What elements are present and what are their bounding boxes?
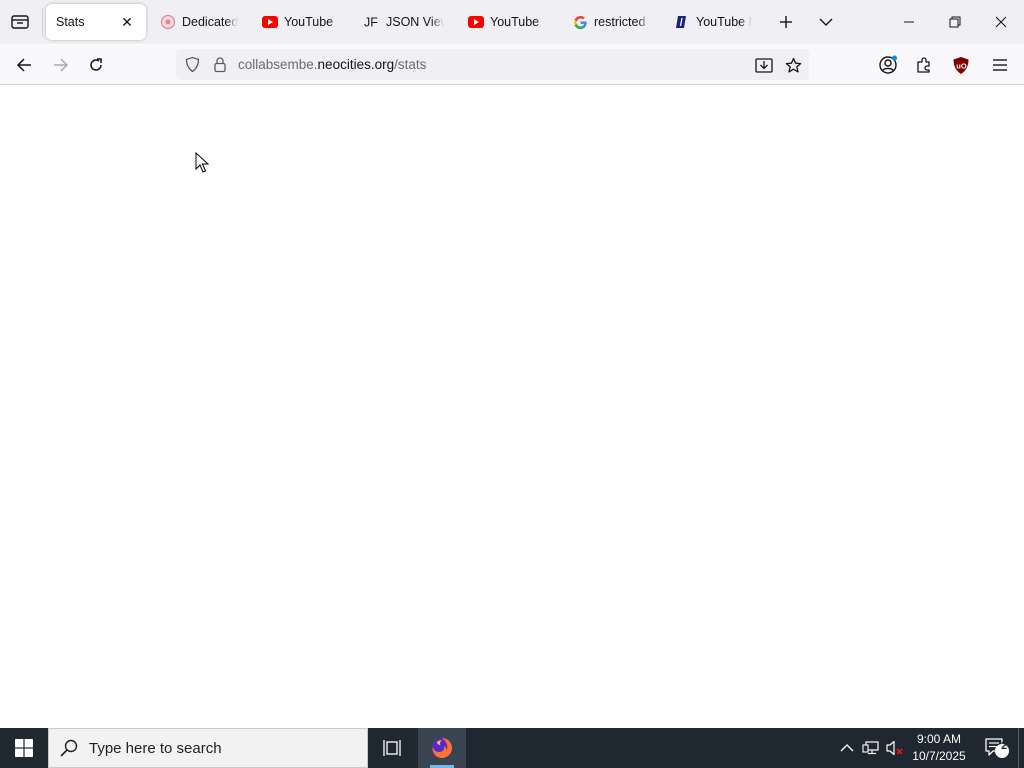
bookmark-star-button[interactable] <box>782 54 804 76</box>
back-button[interactable] <box>9 50 39 80</box>
tracking-protection-shield-icon[interactable] <box>184 56 201 73</box>
notification-count-badge: 2 <box>1000 740 1008 752</box>
tab-title: Stats <box>56 15 85 29</box>
task-view-icon <box>383 740 401 756</box>
extensions-button[interactable] <box>909 50 939 80</box>
puzzle-piece-icon <box>917 57 930 73</box>
star-icon <box>785 57 801 73</box>
url-prefix: collabsembe. <box>238 57 318 72</box>
tab-strip: Stats ✕ Dedicated YouTube JF JSON View <box>0 0 1024 44</box>
address-bar[interactable]: collabsembe.neocities.org/stats <box>176 49 809 80</box>
ublock-origin-button[interactable]: uO <box>946 50 976 80</box>
back-arrow-icon <box>16 58 31 72</box>
new-tab-button[interactable] <box>772 8 800 36</box>
youtube-icon <box>262 14 278 30</box>
plus-icon <box>780 16 792 28</box>
tab-dedicated[interactable]: Dedicated <box>150 4 248 40</box>
tab-youtube-1[interactable]: YouTube <box>252 4 352 40</box>
windows-taskbar: Type here to search 9:00 AM 10/7/2025 2 <box>0 728 1024 768</box>
hamburger-menu-icon <box>993 59 1007 71</box>
tab-youtube-m[interactable]: YouTube M <box>664 4 762 40</box>
download-page-icon <box>755 57 773 73</box>
firefox-icon <box>432 738 452 758</box>
taskbar-firefox[interactable] <box>418 728 466 768</box>
svg-text:JF: JF <box>364 15 378 29</box>
volume-muted-icon <box>886 740 903 756</box>
url-text[interactable]: collabsembe.neocities.org/stats <box>238 57 426 72</box>
tab-separator <box>42 8 43 36</box>
taskbar-clock[interactable]: 9:00 AM 10/7/2025 <box>906 731 972 765</box>
start-button[interactable] <box>0 728 48 768</box>
clock-time: 9:00 AM <box>916 732 962 746</box>
network-status-button[interactable] <box>861 738 881 758</box>
reload-icon <box>90 58 102 71</box>
tab-stats[interactable]: Stats ✕ <box>46 4 146 40</box>
action-center-button[interactable]: 2 <box>980 728 1014 768</box>
reload-button[interactable] <box>81 50 111 80</box>
windows-logo-icon <box>15 739 33 757</box>
tab-title: YouTube <box>490 15 540 29</box>
firefox-view-icon <box>11 15 29 29</box>
mouse-cursor-icon <box>195 152 209 173</box>
account-icon <box>879 55 897 74</box>
tab-title: Dedicated <box>182 15 238 29</box>
ublock-origin-icon: uO <box>953 56 969 74</box>
forward-arrow-icon <box>54 58 69 72</box>
tab-title: JSON Viewer <box>386 15 444 29</box>
show-desktop-button[interactable] <box>1018 728 1024 768</box>
search-icon <box>60 739 78 757</box>
tab-title: YouTube M <box>696 15 752 29</box>
url-domain: neocities.org <box>317 57 395 72</box>
minimize-icon <box>904 21 914 23</box>
lock-icon[interactable] <box>212 56 228 73</box>
volume-button[interactable] <box>885 738 905 758</box>
close-window-button[interactable] <box>978 0 1024 44</box>
show-hidden-icons-button[interactable] <box>837 738 857 758</box>
chevron-up-icon <box>840 744 854 752</box>
search-placeholder: Type here to search <box>89 739 222 757</box>
application-menu-button[interactable] <box>985 50 1015 80</box>
json-viewer-icon: JF <box>364 14 380 30</box>
minimize-button[interactable] <box>886 0 932 44</box>
restore-button[interactable] <box>932 0 978 44</box>
page-content-blank[interactable] <box>0 86 1024 728</box>
restore-icon <box>949 16 961 28</box>
list-all-tabs-button[interactable] <box>812 8 840 36</box>
youtube-music-icon <box>674 14 690 30</box>
firefox-view-button[interactable] <box>6 8 34 36</box>
navigation-toolbar: collabsembe.neocities.org/stats uO <box>0 44 1024 85</box>
svg-text:uO: uO <box>956 61 967 70</box>
account-button[interactable] <box>873 50 903 80</box>
chevron-down-icon <box>819 18 833 26</box>
network-icon <box>862 741 879 755</box>
save-to-pocket-button[interactable] <box>753 54 775 76</box>
tab-title: YouTube <box>284 15 334 29</box>
close-icon <box>995 16 1007 28</box>
task-view-button[interactable] <box>368 728 416 768</box>
youtube-icon <box>468 14 484 30</box>
tab-title: restricted m <box>594 15 650 29</box>
tab-json-viewer[interactable]: JF JSON Viewer <box>354 4 454 40</box>
clock-date: 10/7/2025 <box>912 749 966 763</box>
google-icon <box>572 14 588 30</box>
taskbar-search-box[interactable]: Type here to search <box>48 728 368 768</box>
forward-button[interactable] <box>46 50 76 80</box>
url-path: /stats <box>394 57 427 72</box>
tab-google-search[interactable]: restricted m <box>562 4 660 40</box>
dedicated-site-icon <box>160 14 176 30</box>
tab-youtube-2[interactable]: YouTube <box>458 4 558 40</box>
close-tab-icon[interactable]: ✕ <box>118 13 136 31</box>
